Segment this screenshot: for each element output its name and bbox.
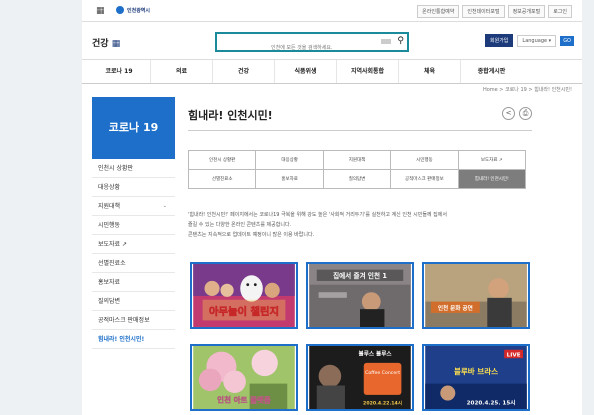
tab-masks[interactable]: 공적마스크 판매정보	[391, 170, 459, 189]
side-nav-menu: 인천시 상황판 대응상황 지원대책 ⌄ 시민행동 보도자료 ↗ 선별진료소 홍보자…	[92, 159, 175, 349]
tab-press[interactable]: 보도자료 ↗	[458, 151, 526, 170]
side-item-response[interactable]: 대응상황	[92, 178, 175, 197]
incheon-logo[interactable]: 인천광역시	[116, 6, 150, 14]
side-item-promo[interactable]: 홍보자료	[92, 273, 175, 292]
tab-response[interactable]: 대응상황	[256, 151, 324, 170]
tab-cheer-up[interactable]: 힘내라! 인천시민!	[458, 170, 526, 189]
tab-support[interactable]: 지원대책	[323, 151, 392, 170]
thumb-5-date: 2020.4.22.14시	[363, 400, 402, 406]
gnb-health[interactable]: 건강	[212, 60, 274, 83]
side-nav: 코로나 19 인천시 상황판 대응상황 지원대책 ⌄ 시민행동 보도자료 ↗ 선별…	[92, 97, 175, 349]
gnb-board[interactable]: 종합게시판	[460, 60, 522, 83]
thumb-6-caption: 블루바 브라스	[454, 366, 498, 376]
side-item-qna[interactable]: 질의답변	[92, 292, 175, 311]
print-icon[interactable]: ⎙	[519, 107, 532, 120]
site-title[interactable]: 건강 ▦	[92, 36, 120, 49]
tab-promo[interactable]: 홍보자료	[256, 170, 324, 189]
main-content: 힘내라! 인천시민! < ⎙ 인천시 상황판 대응상황 지원대책 시민행동 보도…	[188, 97, 532, 411]
breadcrumb: Home > 코로나 19 > 힘내라! 인천시민!	[482, 87, 572, 93]
thumb-4-caption: 인천 아트 플랫폼	[217, 394, 271, 404]
thumb-1-image: 아무놀이 챌린지	[193, 264, 295, 327]
page: ▦ 인천광역시 온라인통합예약 인천데이터포털 정보공개포털 로그인 건강 ▦ …	[82, 0, 582, 415]
side-item-masks[interactable]: 공적마스크 판매정보	[92, 311, 175, 330]
link-data-portal[interactable]: 인천데이터포털	[462, 5, 505, 18]
header-buttons: 회원가입 Language ▾ GO	[485, 34, 574, 47]
go-button[interactable]: GO	[560, 35, 574, 46]
apps-grid-icon[interactable]: ▦	[96, 6, 105, 16]
intro-text: '힘내라! 인천시민!' 페이지에서는 코로나19 극복을 위해 강도 높은 '…	[188, 210, 532, 240]
search-box: ⚲	[215, 32, 409, 56]
gnb-community[interactable]: 지역사회통합	[336, 60, 398, 83]
thumb-2-image: 집에서 즐겨 인천 1	[309, 264, 411, 327]
link-login[interactable]: 로그인	[548, 5, 572, 18]
video-thumb-3[interactable]: 인천 문화 공연	[422, 262, 530, 329]
gnb-food-hygiene[interactable]: 식품위생	[274, 60, 336, 83]
tab-status-board[interactable]: 인천시 상황판	[189, 151, 257, 170]
side-item-support[interactable]: 지원대책 ⌄	[92, 197, 175, 216]
video-thumb-5[interactable]: 블루스 블루스 Coffee Concert 2020.4.22.14시	[306, 344, 414, 411]
tab-clinics[interactable]: 선별진료소	[189, 170, 257, 189]
intro-line-3: 콘텐츠는 지속적으로 업데이트 예정이니 많은 이용 바랍니다.	[188, 232, 315, 238]
thumb-5-image: 블루스 블루스 Coffee Concert 2020.4.22.14시	[309, 346, 411, 409]
chevron-down-icon: ⌄	[162, 203, 167, 209]
gnb-covid[interactable]: 코로나 19	[88, 60, 150, 83]
side-item-clinics[interactable]: 선별진료소	[92, 254, 175, 273]
page-title: 힘내라! 인천시민!	[188, 97, 532, 131]
global-nav: 코로나 19 의료 건강 식품위생 지역사회통합 체육 종합게시판	[82, 60, 582, 84]
language-select[interactable]: Language ▾	[517, 34, 557, 47]
side-nav-title: 코로나 19	[92, 97, 175, 159]
sub-tabs: 인천시 상황판 대응상황 지원대책 시민행동 보도자료 ↗ 선별진료소 홍보자료…	[188, 150, 526, 189]
thumb-3-image: 인천 문화 공연	[425, 264, 527, 327]
video-thumb-4[interactable]: 인천 아트 플랫폼	[190, 344, 298, 411]
utility-bar: ▦ 인천광역시 온라인통합예약 인천데이터포털 정보공개포털 로그인	[82, 0, 582, 22]
thumb-5-sub: Coffee Concert	[365, 370, 400, 376]
site-menu-icon[interactable]: ▦	[112, 39, 121, 49]
thumb-1-caption: 아무놀이 챌린지	[209, 305, 279, 318]
share-icon[interactable]: <	[502, 107, 515, 120]
link-online-reservation[interactable]: 온라인통합예약	[417, 5, 460, 18]
page-tools: < ⎙	[502, 107, 532, 120]
side-item-status-board[interactable]: 인천시 상황판	[92, 159, 175, 178]
link-info-portal[interactable]: 정보공개포털	[507, 5, 546, 18]
intro-line-2: 즐길 수 있는 다양한 온라인 콘텐츠를 제공합니다.	[188, 222, 292, 228]
video-thumb-6[interactable]: LIVE 블루바 브라스 2020.4.25. 15시	[422, 344, 530, 411]
utility-links: 온라인통합예약 인천데이터포털 정보공개포털 로그인	[417, 5, 572, 18]
join-button[interactable]: 회원가입	[485, 34, 514, 47]
gnb-medical[interactable]: 의료	[150, 60, 212, 83]
side-item-press[interactable]: 보도자료 ↗	[92, 235, 175, 254]
thumb-6-date: 2020.4.25. 15시	[467, 399, 516, 406]
thumb-3-caption: 인천 문화 공연	[438, 304, 473, 312]
live-badge: LIVE	[507, 352, 521, 358]
side-item-citizen-action[interactable]: 시민행동	[92, 216, 175, 235]
logo-mark-icon	[116, 6, 124, 14]
search-input[interactable]	[217, 40, 367, 56]
thumb-6-image: LIVE 블루바 브라스 2020.4.25. 15시	[425, 346, 527, 409]
video-thumb-1[interactable]: 아무놀이 챌린지	[190, 262, 298, 329]
logo-text: 인천광역시	[127, 7, 151, 14]
keyboard-icon[interactable]	[381, 39, 391, 44]
side-item-cheer-up[interactable]: 힘내라! 인천시민!	[92, 330, 175, 349]
gnb-sports[interactable]: 체육	[398, 60, 460, 83]
video-thumb-2[interactable]: 집에서 즐겨 인천 1	[306, 262, 414, 329]
thumb-4-image: 인천 아트 플랫폼	[193, 346, 295, 409]
intro-line-1: '힘내라! 인천시민!' 페이지에서는 코로나19 극복을 위해 강도 높은 '…	[188, 212, 447, 218]
thumb-2-caption: 집에서 즐겨 인천 1	[333, 271, 387, 280]
tab-citizen-action[interactable]: 시민행동	[391, 151, 459, 170]
search-icon[interactable]: ⚲	[397, 36, 404, 46]
site-header: 건강 ▦ ⚲ 회원가입 Language ▾ GO	[82, 22, 582, 60]
tab-qna[interactable]: 질의답변	[323, 170, 392, 189]
thumb-5-caption: 블루스 블루스	[359, 349, 393, 357]
